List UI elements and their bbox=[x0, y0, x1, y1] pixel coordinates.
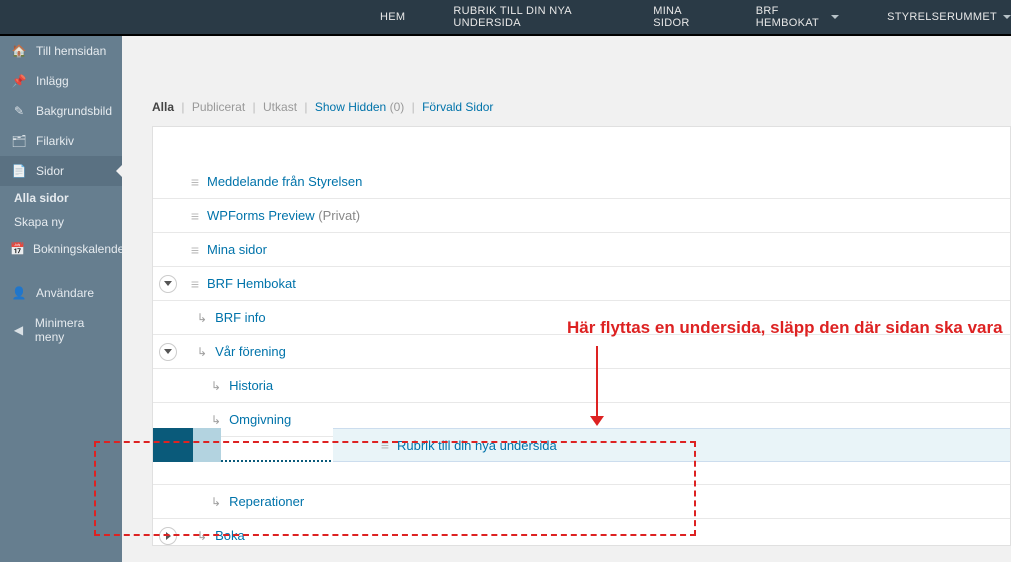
pin-icon: 📌 bbox=[10, 74, 28, 88]
page-list-frame: ≡ Meddelande från Styrelsen ≡ WPForms Pr… bbox=[152, 126, 1011, 546]
expand-toggle[interactable] bbox=[159, 275, 177, 293]
nav-rubrik[interactable]: RUBRIK TILL DIN NYA UNDERSIDA bbox=[453, 5, 605, 29]
page-title-link[interactable]: Reperationer bbox=[229, 494, 304, 509]
drag-handle-icon[interactable]: ≡ bbox=[183, 276, 207, 292]
filter-utkast[interactable]: Utkast bbox=[263, 100, 297, 114]
page-title-link[interactable]: Boka bbox=[215, 528, 245, 543]
page-icon: 📄 bbox=[10, 164, 28, 178]
sidebar-item-bakgrundsbild[interactable]: ✎Bakgrundsbild bbox=[0, 96, 122, 126]
filter-forvald-sidor[interactable]: Förvald Sidor bbox=[422, 100, 493, 114]
chevron-down-icon bbox=[831, 15, 839, 19]
page-row[interactable]: ↳ Reperationer bbox=[153, 485, 1010, 519]
annotation-arrow-head bbox=[590, 416, 604, 426]
drag-origin-shadow bbox=[193, 428, 221, 462]
page-row[interactable]: ↳ Vår förening bbox=[153, 335, 1010, 369]
files-icon: 🗂 bbox=[10, 134, 28, 148]
page-row[interactable]: ≡ Meddelande från Styrelsen bbox=[153, 165, 1010, 199]
child-arrow-icon: ↳ bbox=[197, 529, 207, 543]
page-title-link[interactable]: BRF info bbox=[215, 310, 266, 325]
expand-toggle[interactable] bbox=[159, 343, 177, 361]
page-list: ≡ Meddelande från Styrelsen ≡ WPForms Pr… bbox=[153, 127, 1010, 546]
sidebar: 🏠Till hemsidan 📌Inlägg ✎Bakgrundsbild 🗂F… bbox=[0, 36, 122, 562]
pencil-icon: ✎ bbox=[10, 104, 28, 118]
expand-toggle[interactable] bbox=[159, 527, 177, 545]
sidebar-sub-alla-sidor[interactable]: Alla sidor bbox=[0, 186, 122, 210]
chevron-down-icon bbox=[1003, 15, 1011, 19]
sidebar-item-sidor[interactable]: 📄Sidor bbox=[0, 156, 122, 186]
filter-alla[interactable]: Alla bbox=[152, 100, 174, 114]
nav-brf-hembokat[interactable]: BRF HEMBOKAT bbox=[756, 5, 839, 29]
filter-publicerat[interactable]: Publicerat bbox=[192, 100, 245, 114]
main-content: Alla | Publicerat | Utkast | Show Hidden… bbox=[122, 36, 1011, 562]
sidebar-item-till-hemsidan[interactable]: 🏠Till hemsidan bbox=[0, 36, 122, 66]
drag-handle-icon[interactable]: ≡ bbox=[373, 437, 397, 453]
drag-origin-bar bbox=[153, 428, 193, 462]
top-nav: HEM RUBRIK TILL DIN NYA UNDERSIDA MINA S… bbox=[0, 0, 1011, 36]
chevron-right-icon bbox=[166, 532, 171, 540]
page-title-link[interactable]: Omgivning bbox=[229, 412, 291, 427]
child-arrow-icon: ↳ bbox=[211, 495, 221, 509]
home-icon: 🏠 bbox=[10, 44, 28, 58]
drag-handle-icon[interactable]: ≡ bbox=[183, 208, 207, 224]
child-arrow-icon: ↳ bbox=[197, 311, 207, 325]
page-title-link[interactable]: Meddelande från Styrelsen bbox=[207, 174, 362, 189]
dragging-page-ghost[interactable]: ≡ Rubrik till din nya undersida bbox=[333, 428, 1011, 462]
sidebar-item-filarkiv[interactable]: 🗂Filarkiv bbox=[0, 126, 122, 156]
drag-handle-icon[interactable]: ≡ bbox=[183, 174, 207, 190]
nav-mina-sidor[interactable]: MINA SIDOR bbox=[653, 5, 708, 29]
sidebar-item-anvandare[interactable]: 👤Användare bbox=[0, 278, 122, 308]
chevron-down-icon bbox=[164, 349, 172, 354]
page-row[interactable]: ≡ WPForms Preview (Privat) bbox=[153, 199, 1010, 233]
sidebar-item-minimera[interactable]: ◀Minimera meny bbox=[0, 308, 122, 352]
page-title-link[interactable]: BRF Hembokat bbox=[207, 276, 296, 291]
page-row[interactable]: ↳ Historia bbox=[153, 369, 1010, 403]
child-arrow-icon: ↳ bbox=[197, 345, 207, 359]
chevron-down-icon bbox=[164, 281, 172, 286]
sidebar-sub-skapa-ny[interactable]: Skapa ny bbox=[0, 210, 122, 234]
filter-bar: Alla | Publicerat | Utkast | Show Hidden… bbox=[152, 36, 1011, 122]
page-title-link[interactable]: Vår förening bbox=[215, 344, 286, 359]
annotation-arrow bbox=[596, 346, 598, 421]
user-icon: 👤 bbox=[10, 286, 28, 300]
nav-hem[interactable]: HEM bbox=[380, 11, 405, 23]
page-row[interactable]: ≡ Mina sidor bbox=[153, 233, 1010, 267]
collapse-icon: ◀ bbox=[10, 323, 27, 337]
child-arrow-icon: ↳ bbox=[211, 379, 221, 393]
filter-show-hidden-count: (0) bbox=[390, 100, 405, 114]
child-arrow-icon: ↳ bbox=[211, 413, 221, 427]
page-privacy-label: (Privat) bbox=[318, 208, 360, 223]
sidebar-item-bokningskalender[interactable]: 📅Bokningskalender bbox=[0, 234, 122, 264]
page-row[interactable]: ≡ BRF Hembokat bbox=[153, 267, 1010, 301]
page-title-link[interactable]: WPForms Preview bbox=[207, 208, 315, 223]
drag-handle-icon[interactable]: ≡ bbox=[183, 242, 207, 258]
nav-styrelserummet[interactable]: STYRELSERUMMET bbox=[887, 11, 1011, 23]
filter-show-hidden[interactable]: Show Hidden bbox=[315, 100, 386, 114]
page-row[interactable]: ↳ BRF info bbox=[153, 301, 1010, 335]
sidebar-item-inlagg[interactable]: 📌Inlägg bbox=[0, 66, 122, 96]
page-title-link[interactable]: Historia bbox=[229, 378, 273, 393]
page-row[interactable]: ↳ Boka bbox=[153, 519, 1010, 546]
page-title-link[interactable]: Rubrik till din nya undersida bbox=[397, 438, 557, 453]
calendar-icon: 📅 bbox=[10, 242, 25, 256]
page-title-link[interactable]: Mina sidor bbox=[207, 242, 267, 257]
